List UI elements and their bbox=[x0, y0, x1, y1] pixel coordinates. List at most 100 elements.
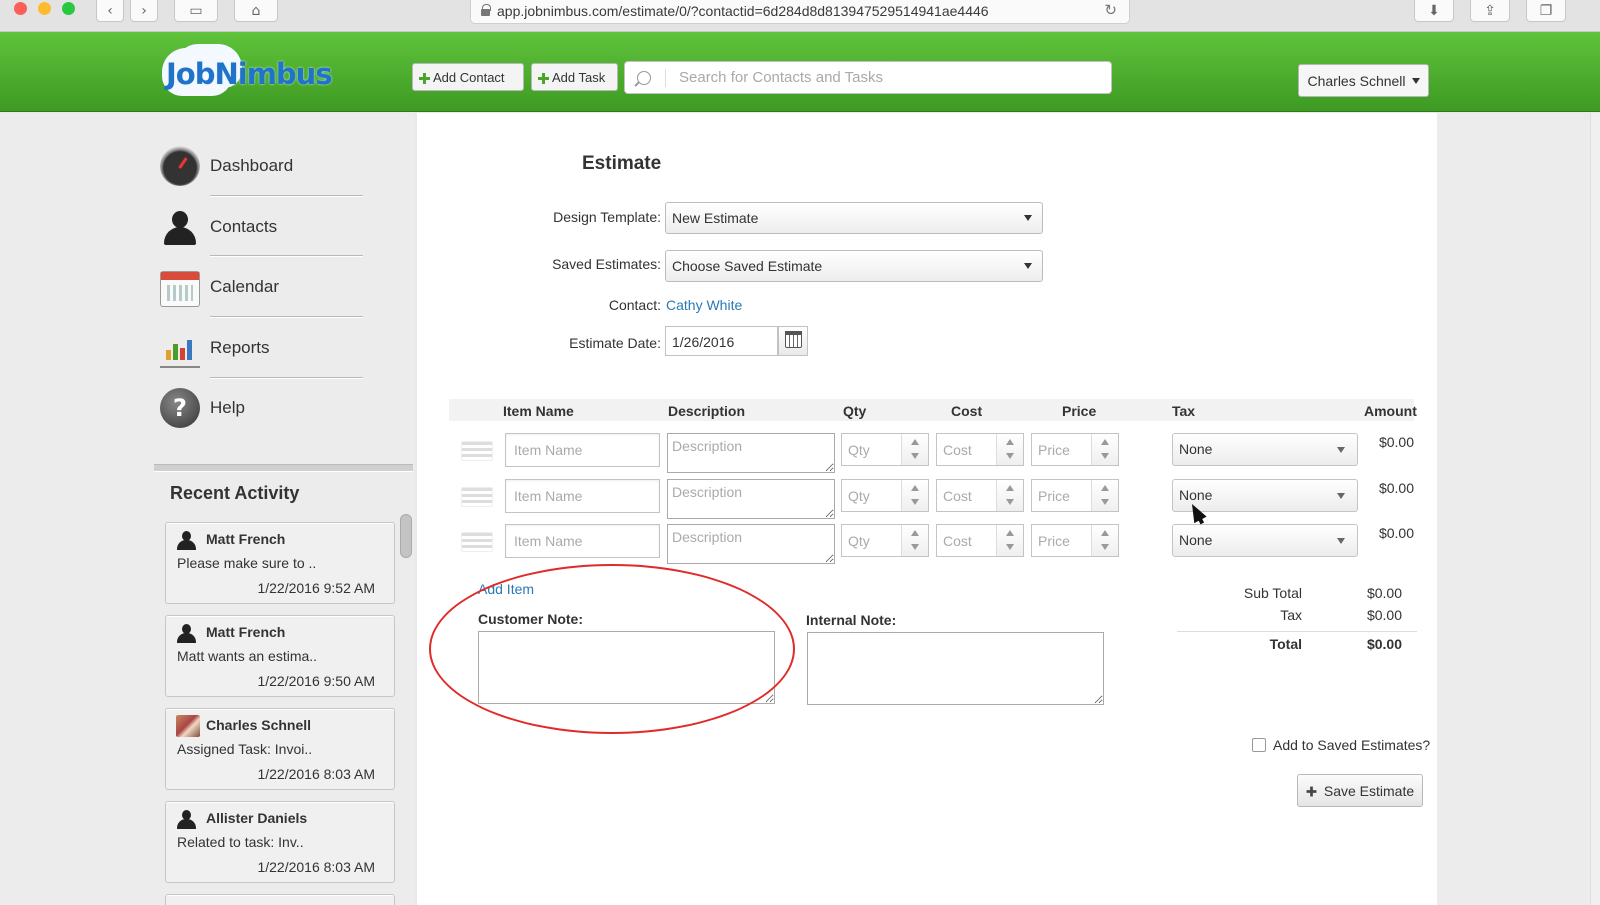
description-input[interactable] bbox=[667, 433, 835, 473]
contacts-icon bbox=[160, 207, 200, 247]
zoom-window-button[interactable] bbox=[62, 2, 75, 15]
saved-estimates-value: Choose Saved Estimate bbox=[672, 258, 823, 274]
tax-total-label: Tax bbox=[1280, 607, 1302, 623]
internal-note-input[interactable] bbox=[807, 632, 1104, 705]
activity-item[interactable]: Matt French Please make sure to .. 1/22/… bbox=[165, 522, 395, 604]
tabs-icon[interactable]: ❐ bbox=[1526, 0, 1566, 22]
search-input[interactable] bbox=[679, 62, 1099, 93]
line-items-header bbox=[449, 399, 1414, 421]
save-estimate-button[interactable]: Save Estimate bbox=[1297, 774, 1423, 807]
stepper-arrows-icon[interactable] bbox=[901, 434, 928, 465]
add-contact-button[interactable]: Add Contact bbox=[412, 63, 524, 91]
reload-icon[interactable]: ↻ bbox=[1104, 1, 1117, 19]
add-task-button[interactable]: Add Task bbox=[531, 63, 618, 91]
download-icon[interactable]: ⬇ bbox=[1414, 0, 1454, 22]
qty-stepper[interactable] bbox=[841, 479, 929, 512]
saved-estimates-select[interactable]: Choose Saved Estimate bbox=[665, 250, 1043, 282]
stepper-arrows-icon[interactable] bbox=[996, 434, 1023, 465]
tax-total-value: $0.00 bbox=[1366, 607, 1402, 623]
stepper-arrows-icon[interactable] bbox=[1091, 434, 1118, 465]
nav-divider bbox=[210, 255, 363, 256]
tax-value: None bbox=[1179, 441, 1213, 457]
design-template-select[interactable]: New Estimate bbox=[665, 202, 1043, 234]
stepper-arrows-icon[interactable] bbox=[1091, 525, 1118, 556]
estimate-panel: Estimate Design Template: New Estimate S… bbox=[417, 113, 1437, 905]
table-row: None $0.00 bbox=[449, 477, 1414, 521]
activity-item[interactable]: Matt French Matt wants an estima.. 1/22/… bbox=[165, 615, 395, 697]
item-name-input[interactable] bbox=[505, 479, 660, 513]
stepper-arrows-icon[interactable] bbox=[996, 480, 1023, 511]
activity-scrollbar[interactable] bbox=[400, 514, 412, 558]
activity-date: 1/22/2016 8:03 AM bbox=[257, 859, 375, 875]
back-icon[interactable]: ‹ bbox=[96, 0, 124, 22]
sidebar-item-label: Reports bbox=[210, 338, 270, 357]
drag-handle-icon[interactable] bbox=[461, 532, 493, 552]
activity-date: 1/22/2016 8:03 AM bbox=[257, 766, 375, 782]
price-stepper[interactable] bbox=[1031, 524, 1119, 557]
contact-link[interactable]: Cathy White bbox=[666, 297, 742, 313]
price-stepper[interactable] bbox=[1031, 433, 1119, 466]
sidebar-item-contacts[interactable]: Contacts bbox=[160, 205, 365, 249]
tax-value: None bbox=[1179, 532, 1213, 548]
activity-item[interactable]: Charles Schnell Assigned Task: Invoi.. 1… bbox=[165, 708, 395, 790]
stepper-arrows-icon[interactable] bbox=[901, 525, 928, 556]
plus-icon bbox=[1306, 786, 1317, 797]
activity-user-name: Allister Daniels bbox=[206, 810, 308, 826]
description-input[interactable] bbox=[667, 524, 835, 564]
add-item-link[interactable]: Add Item bbox=[478, 581, 534, 597]
activity-text: Matt wants an estima.. bbox=[177, 648, 318, 664]
address-bar[interactable]: app.jobnimbus.com/estimate/0/?contactid=… bbox=[470, 0, 1130, 24]
activity-item[interactable] bbox=[165, 894, 395, 905]
save-estimate-label: Save Estimate bbox=[1323, 782, 1415, 799]
estimate-date-input[interactable]: 1/26/2016 bbox=[665, 326, 778, 356]
lock-icon bbox=[481, 4, 491, 16]
add-to-saved-label: Add to Saved Estimates? bbox=[1273, 737, 1431, 753]
jobnimbus-logo[interactable]: JobNimbus bbox=[162, 48, 333, 96]
forward-icon[interactable]: › bbox=[130, 0, 158, 22]
qty-stepper[interactable] bbox=[841, 524, 929, 557]
minimize-window-button[interactable] bbox=[38, 2, 51, 15]
home-icon[interactable]: ⌂ bbox=[234, 0, 278, 22]
cost-stepper[interactable] bbox=[936, 524, 1024, 557]
activity-date: 1/22/2016 9:52 AM bbox=[257, 580, 375, 596]
tax-select[interactable]: None bbox=[1172, 524, 1358, 557]
price-stepper[interactable] bbox=[1031, 479, 1119, 512]
date-picker-button[interactable] bbox=[778, 326, 808, 356]
reports-icon bbox=[160, 328, 200, 368]
sidebar-item-help[interactable]: ? Help bbox=[160, 386, 365, 430]
stepper-arrows-icon[interactable] bbox=[996, 525, 1023, 556]
user-menu-button[interactable]: Charles Schnell bbox=[1298, 64, 1429, 97]
qty-stepper[interactable] bbox=[841, 433, 929, 466]
customer-note-input[interactable] bbox=[478, 631, 775, 704]
saved-estimates-label: Saved Estimates: bbox=[552, 256, 661, 272]
col-cost: Cost bbox=[951, 403, 983, 419]
activity-date: 1/22/2016 9:50 AM bbox=[257, 673, 375, 689]
share-icon[interactable]: ⇪ bbox=[1470, 0, 1510, 22]
cost-stepper[interactable] bbox=[936, 479, 1024, 512]
sidebar-item-reports[interactable]: Reports bbox=[160, 326, 365, 370]
cost-stepper[interactable] bbox=[936, 433, 1024, 466]
activity-item[interactable]: Allister Daniels Related to task: Inv.. … bbox=[165, 801, 395, 883]
chevron-down-icon bbox=[1024, 215, 1032, 221]
stepper-arrows-icon[interactable] bbox=[901, 480, 928, 511]
activity-user-name: Charles Schnell bbox=[206, 717, 312, 733]
sidebar-toggle-icon[interactable]: ▭ bbox=[174, 0, 218, 22]
drag-handle-icon[interactable] bbox=[461, 487, 493, 507]
item-name-input[interactable] bbox=[505, 433, 660, 467]
drag-handle-icon[interactable] bbox=[461, 441, 493, 461]
col-qty: Qty bbox=[843, 403, 867, 419]
sidebar-item-dashboard[interactable]: Dashboard bbox=[160, 144, 365, 188]
close-window-button[interactable] bbox=[14, 2, 27, 15]
right-gutter bbox=[1437, 113, 1600, 905]
tax-select[interactable]: None bbox=[1172, 433, 1358, 466]
description-input[interactable] bbox=[667, 479, 835, 519]
search-icon bbox=[637, 71, 651, 85]
add-to-saved-checkbox[interactable] bbox=[1252, 738, 1266, 752]
sidebar-item-calendar[interactable]: Calendar bbox=[160, 265, 365, 309]
url-text: app.jobnimbus.com/estimate/0/?contactid=… bbox=[497, 3, 989, 19]
item-name-input[interactable] bbox=[505, 524, 660, 558]
stepper-arrows-icon[interactable] bbox=[1091, 480, 1118, 511]
window-scrollbar[interactable] bbox=[1590, 113, 1600, 905]
add-contact-label: Add Contact bbox=[433, 69, 505, 85]
chevron-down-icon bbox=[1337, 447, 1345, 453]
